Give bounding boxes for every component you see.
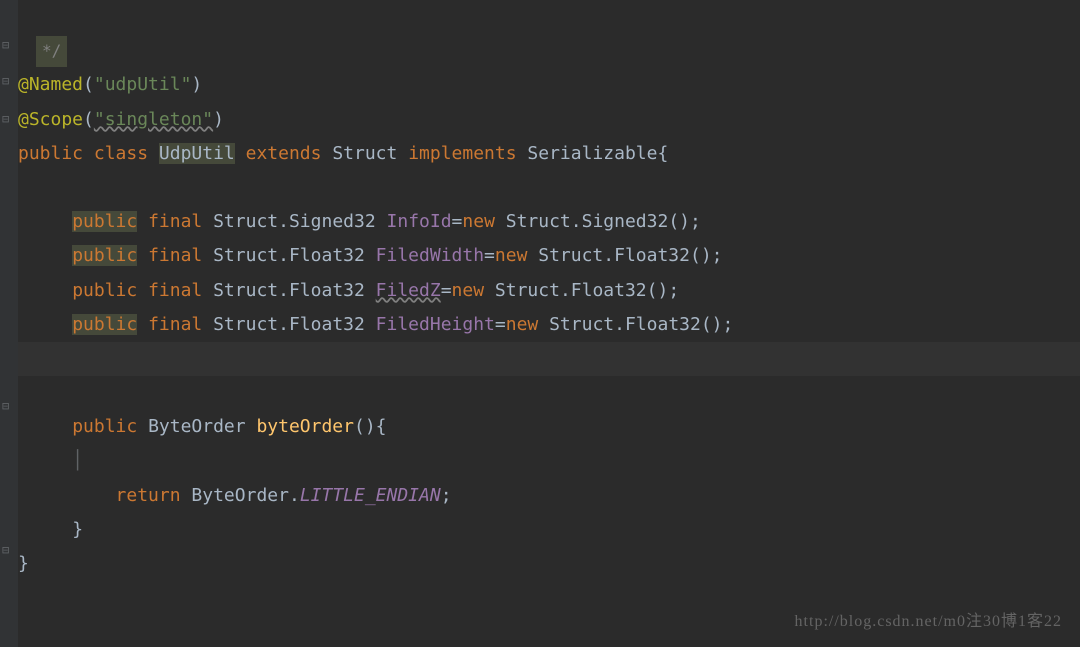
annotation: @Scope xyxy=(18,109,83,130)
method-close: } xyxy=(18,519,83,540)
fold-marker-icon[interactable]: ⊟ xyxy=(2,395,9,418)
code-editor[interactable]: */ @Named("udpUtil") @Scope("singleton")… xyxy=(0,0,1080,581)
keyword-final: final xyxy=(148,211,202,232)
keyword-new: new xyxy=(452,280,485,301)
interface: Serializable xyxy=(527,143,657,164)
keyword-final: final xyxy=(148,280,202,301)
keyword-new: new xyxy=(495,245,528,266)
class-name: UdpUtil xyxy=(159,143,235,164)
field-declaration: public final Struct.Signed32 InfoId=new … xyxy=(18,211,701,232)
keyword-new: new xyxy=(506,314,539,335)
keyword-public: public xyxy=(18,143,83,164)
field-name-typo: FiledZ xyxy=(376,280,441,301)
keyword-extends: extends xyxy=(246,143,322,164)
keyword-new: new xyxy=(462,211,495,232)
field-name: FiledHeight xyxy=(376,314,495,335)
keyword-public: public xyxy=(72,245,137,266)
keyword-public: public xyxy=(72,314,137,335)
keyword-public: public xyxy=(72,280,137,301)
fold-minus-icon[interactable]: ⊟ xyxy=(2,70,9,93)
keyword-final: final xyxy=(148,314,202,335)
class-declaration: public class UdpUtil extends Struct impl… xyxy=(18,143,668,164)
field-declaration: public final Struct.Float32 FiledWidth=n… xyxy=(18,245,723,266)
caret-line[interactable] xyxy=(18,342,1080,376)
annotation: @Named xyxy=(18,74,83,95)
field-name: InfoId xyxy=(387,211,452,232)
annotation-named-line: @Named("udpUtil") xyxy=(18,74,202,95)
keyword-public: public xyxy=(72,416,137,437)
field-declaration: public final Struct.Float32 FiledHeight=… xyxy=(18,314,733,335)
watermark: http://blog.csdn.net/m0注30博1客22 xyxy=(795,607,1062,637)
fold-minus-icon[interactable]: ⊟ xyxy=(2,108,9,131)
keyword-public: public xyxy=(72,211,137,232)
keyword-final: final xyxy=(148,245,202,266)
fold-minus-icon[interactable]: ⊟ xyxy=(2,34,9,57)
superclass: Struct xyxy=(332,143,397,164)
string-literal: "udpUtil" xyxy=(94,74,192,95)
fold-marker-icon[interactable]: ⊟ xyxy=(2,539,9,562)
annotation-scope-line: @Scope("singleton") xyxy=(18,109,224,130)
field-name: FiledWidth xyxy=(376,245,484,266)
keyword-implements: implements xyxy=(408,143,516,164)
string-literal-typo: "singleton" xyxy=(94,109,213,130)
class-close: } xyxy=(18,553,29,574)
method-declaration: public ByteOrder byteOrder(){ xyxy=(18,416,387,437)
editor-gutter: ⊟ ⊟ ⊟ ⊟ ⊟ xyxy=(0,0,18,647)
keyword-class: class xyxy=(94,143,148,164)
return-statement: return ByteOrder.LITTLE_ENDIAN; xyxy=(18,485,452,506)
indent-guide: │ xyxy=(72,450,83,471)
return-type: ByteOrder xyxy=(148,416,246,437)
keyword-return: return xyxy=(116,485,181,506)
comment-end: */ xyxy=(36,36,67,66)
constant: LITTLE_ENDIAN xyxy=(300,485,441,506)
method-name: byteOrder xyxy=(256,416,354,437)
field-declaration: public final Struct.Float32 FiledZ=new S… xyxy=(18,280,679,301)
